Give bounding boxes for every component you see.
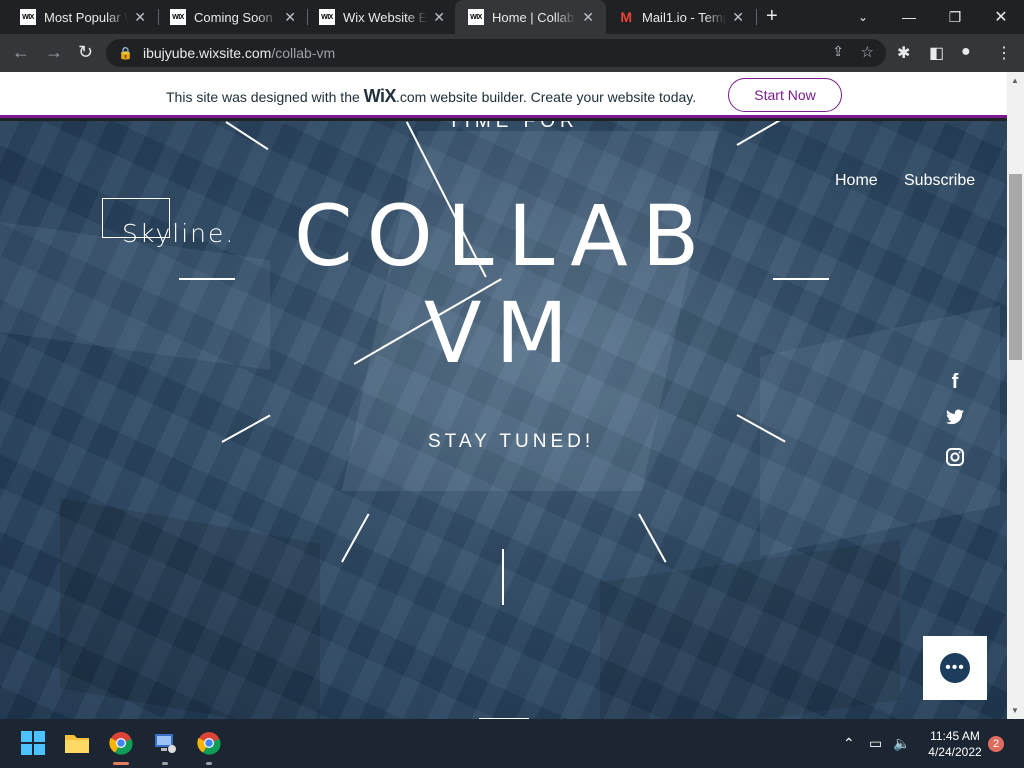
decorative-ray — [341, 513, 370, 563]
decorative-ray — [225, 121, 269, 151]
wix-icon: WIX — [170, 9, 186, 25]
remote-desktop-icon[interactable] — [151, 729, 179, 757]
close-icon[interactable]: ✕ — [433, 9, 445, 26]
chat-button[interactable]: ••• — [923, 636, 987, 700]
windows-taskbar: ⌃ ▭ 🔈 11:45 AM 4/24/2022 2 — [0, 719, 1024, 768]
tab-title: Wix Website Edi — [343, 9, 427, 25]
decorative-ray — [736, 121, 783, 146]
minimize-icon[interactable]: — — [886, 0, 932, 34]
notification-badge[interactable]: 2 — [988, 736, 1004, 752]
wix-icon: WIX — [20, 9, 36, 25]
start-icon[interactable] — [19, 729, 47, 757]
forward-icon[interactable]: → — [45, 42, 63, 63]
url-path: /collab-vm — [271, 45, 336, 61]
wix-icon: WIX — [319, 9, 335, 25]
decorative-ray — [773, 278, 829, 280]
scrollbar-thumb[interactable] — [1009, 174, 1022, 360]
tab-0[interactable]: WIX Most Popular Wix ✕ — [0, 0, 158, 34]
background-building — [60, 498, 320, 719]
volume-icon[interactable]: 🔈 — [893, 735, 910, 752]
side-panel-icon[interactable]: ◧ — [929, 43, 944, 63]
hero-title-line2: VM — [424, 284, 582, 382]
tab-title: Mail1.io - Tempo — [642, 9, 726, 25]
url-host: ibujyube.wixsite.com — [142, 45, 272, 61]
chrome-profile-icon[interactable] — [107, 729, 135, 757]
chrome-icon[interactable] — [195, 729, 223, 757]
close-icon[interactable]: ✕ — [134, 9, 146, 26]
close-icon[interactable]: ✕ — [732, 9, 744, 26]
hero-kicker: TIME FOR — [448, 121, 579, 132]
menu-icon[interactable]: ⋮ — [996, 43, 1012, 63]
page-scrollbar[interactable]: ▲ ▼ — [1007, 72, 1024, 720]
lock-icon[interactable]: 🔒 — [118, 46, 133, 60]
hero-title-line1: COLLAB — [294, 187, 714, 285]
twitter-icon[interactable] — [945, 409, 965, 430]
close-icon[interactable]: ✕ — [284, 9, 296, 26]
network-icon[interactable]: ▭ — [869, 735, 882, 752]
hero-section: Skyline. Home Subscribe TIME FOR COLLAB … — [0, 121, 1007, 719]
banner-message: This site was designed with the WiX.com … — [166, 86, 696, 107]
new-tab-icon[interactable]: + — [766, 5, 778, 28]
wix-banner: This site was designed with the WiX.com … — [0, 72, 1007, 118]
bookmark-star-icon[interactable]: ☆ — [861, 43, 874, 61]
close-icon[interactable]: ✕ — [582, 9, 594, 26]
tab-3-active[interactable]: WIX Home | Collab V ✕ — [455, 0, 606, 34]
clock-time: 11:45 AM — [930, 729, 980, 743]
restore-icon[interactable]: ❐ — [932, 0, 978, 34]
share-icon[interactable]: ⇪ — [832, 43, 844, 60]
background-building — [600, 539, 900, 719]
tab-2[interactable]: WIX Wix Website Edi ✕ — [299, 0, 457, 34]
file-explorer-icon[interactable] — [63, 729, 91, 757]
wix-logo: WiX — [363, 86, 397, 106]
profile-icon[interactable]: ● — [961, 43, 971, 61]
browser-toolbar: ← → ↻ 🔒 ibujyube.wixsite.com/collab-vm ⇪… — [0, 34, 1024, 72]
scroll-up-icon[interactable]: ▲ — [1011, 76, 1019, 85]
instagram-icon[interactable] — [945, 448, 965, 472]
decorative-ray — [502, 549, 504, 605]
decorative-ray — [221, 414, 271, 443]
system-clock[interactable]: 11:45 AM 4/24/2022 — [920, 728, 990, 760]
reload-icon[interactable]: ↻ — [78, 42, 93, 63]
back-icon[interactable]: ← — [12, 42, 30, 63]
tab-search-icon[interactable]: ⌄ — [840, 0, 886, 34]
facebook-icon[interactable]: f — [945, 371, 965, 394]
decorative-ray — [638, 513, 667, 563]
address-bar[interactable]: 🔒 ibujyube.wixsite.com/collab-vm ⇪ ☆ — [106, 39, 886, 67]
active-app-indicator — [113, 762, 129, 765]
start-now-button[interactable]: Start Now — [728, 78, 842, 112]
banner-suffix: .com website builder. Create your websit… — [396, 89, 697, 105]
extensions-icon[interactable]: ✱ — [897, 43, 910, 63]
clock-date: 4/24/2022 — [928, 745, 982, 759]
tab-strip: WIX Most Popular Wix ✕ WIX Coming Soon L… — [0, 0, 1024, 34]
close-window-icon[interactable]: ✕ — [978, 0, 1024, 34]
tab-divider — [756, 9, 757, 25]
decorative-ray — [179, 278, 235, 280]
chat-icon: ••• — [940, 653, 970, 683]
nav-home[interactable]: Home — [835, 172, 878, 190]
tab-1[interactable]: WIX Coming Soon La ✕ — [150, 0, 308, 34]
wix-icon: WIX — [468, 9, 484, 25]
running-app-indicator — [162, 762, 168, 765]
tab-title: Coming Soon La — [194, 9, 278, 25]
tab-title: Most Popular Wix — [44, 9, 128, 25]
tab-title: Home | Collab V — [492, 9, 576, 25]
scroll-down-icon[interactable]: ▼ — [1011, 706, 1019, 715]
banner-prefix: This site was designed with the — [166, 89, 364, 105]
gmail-icon: M — [620, 9, 632, 25]
nav-subscribe[interactable]: Subscribe — [904, 172, 975, 190]
tab-4[interactable]: M Mail1.io - Tempo ✕ — [598, 0, 756, 34]
background-building — [760, 305, 1000, 557]
show-hidden-icons-icon[interactable]: ⌃ — [843, 735, 855, 752]
site-logo[interactable]: Skyline. — [122, 219, 235, 248]
running-app-indicator — [206, 762, 212, 765]
hero-tagline: STAY TUNED! — [428, 431, 595, 452]
